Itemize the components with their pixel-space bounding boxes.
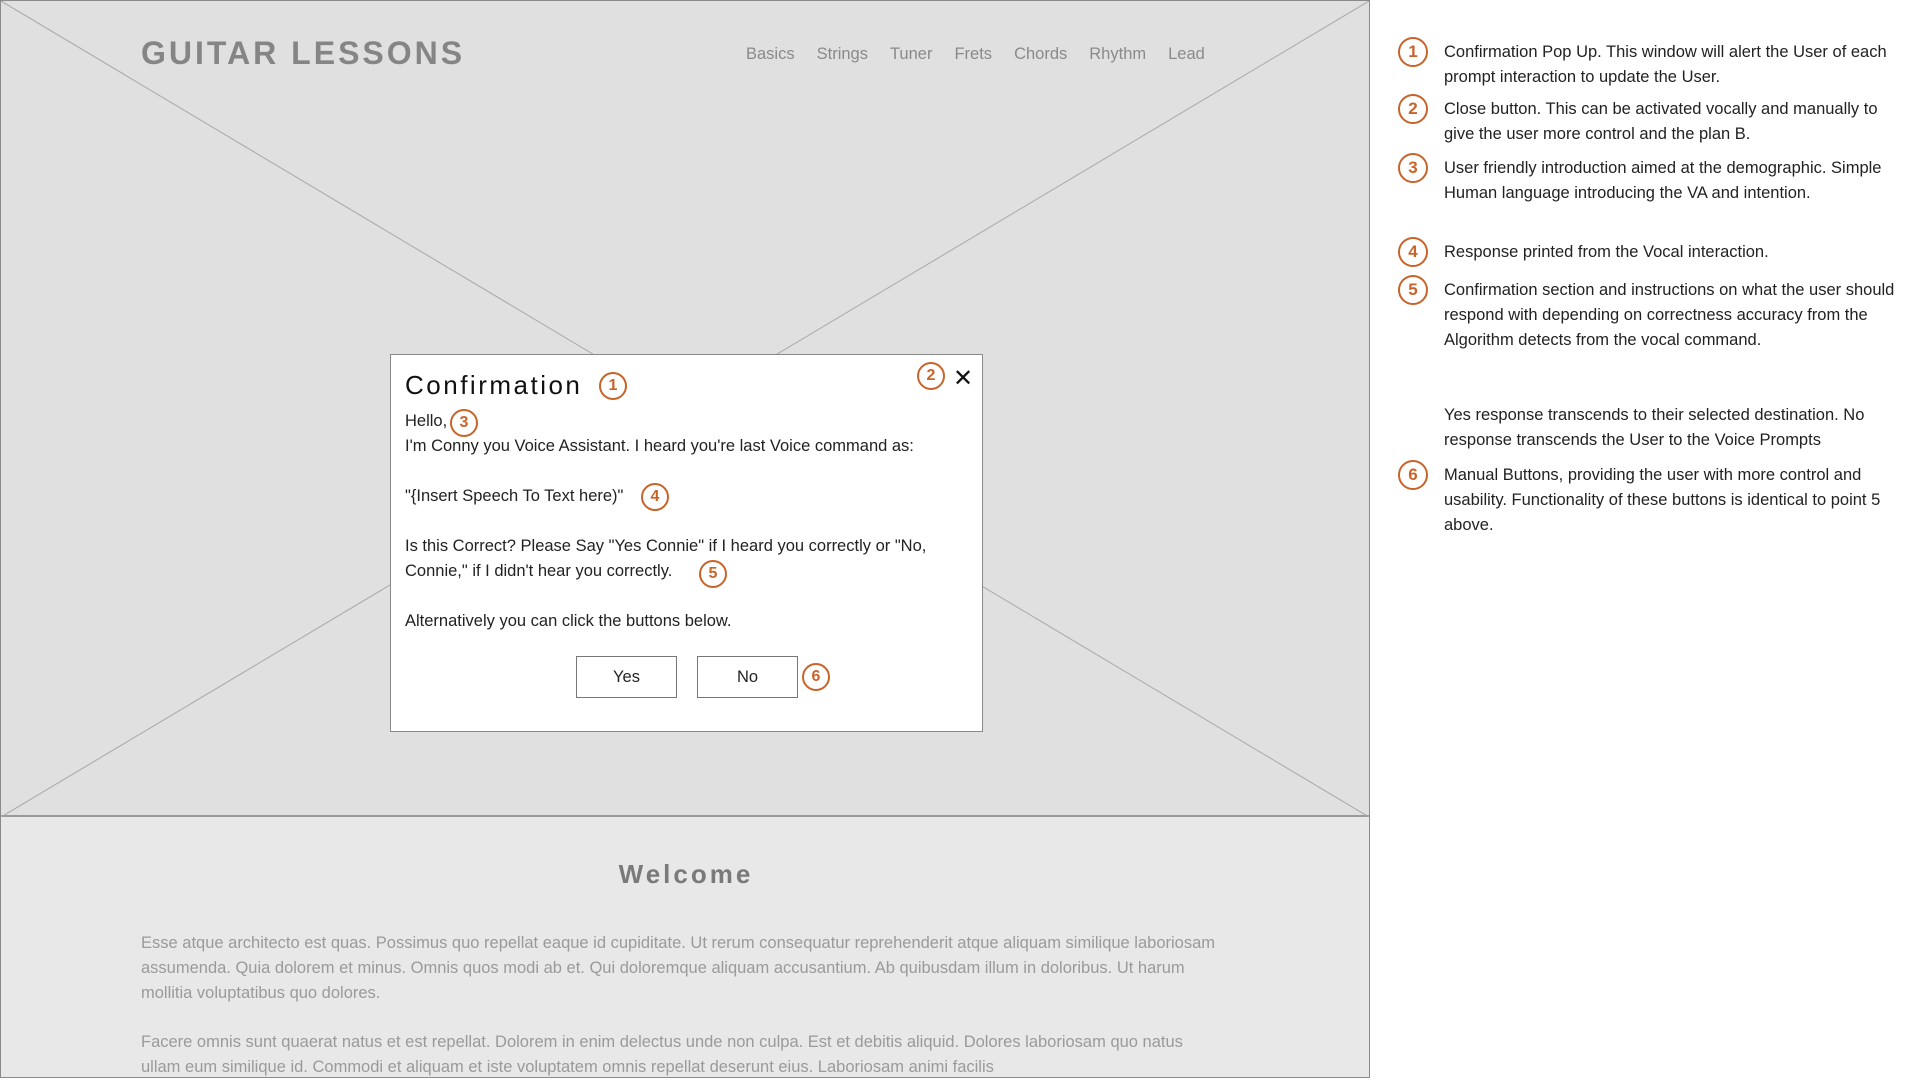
- dialog-speech-text: "{Insert Speech To Text here)": [405, 487, 624, 505]
- dialog-question-line2: Connie," if I didn't hear you correctly.: [405, 562, 673, 580]
- annotation-number-icon: 2: [1398, 94, 1428, 124]
- site-logo[interactable]: GUITAR LESSONS: [141, 35, 465, 72]
- welcome-paragraph-1: Esse atque architecto est quas. Possimus…: [141, 934, 1216, 1002]
- annotation-text: User friendly introduction aimed at the …: [1444, 159, 1882, 202]
- welcome-heading: Welcome: [618, 859, 754, 889]
- dialog-alternative: Alternatively you can click the buttons …: [405, 612, 732, 630]
- dialog-intro: I'm Conny you Voice Assistant. I heard y…: [405, 437, 914, 455]
- annotation-badge-3: 3: [450, 409, 478, 437]
- nav-tuner[interactable]: Tuner: [890, 45, 933, 64]
- dialog-question-line1: Is this Correct? Please Say "Yes Connie"…: [405, 537, 927, 555]
- annotation-badge-2: 2: [917, 362, 945, 390]
- annotation-badge-4: 4: [641, 483, 669, 511]
- annotation-text: Yes response transcends to their selecte…: [1444, 406, 1865, 449]
- annotation-text: Response printed from the Vocal interact…: [1444, 243, 1769, 261]
- confirmation-dialog: Confirmation 1 2 ✕ Hello, 3 I'm Conny yo…: [390, 354, 983, 732]
- annotation-badge-6: 6: [802, 663, 830, 691]
- wireframe-page: GUITAR LESSONS Basics Strings Tuner Fret…: [0, 0, 1370, 1078]
- close-icon[interactable]: ✕: [953, 364, 973, 393]
- annotation-number-icon: 5: [1398, 275, 1428, 305]
- nav-frets[interactable]: Frets: [954, 45, 992, 64]
- welcome-paragraph-2: Facere omnis sunt quaerat natus et est r…: [141, 1033, 1183, 1076]
- main-nav: Basics Strings Tuner Frets Chords Rhythm…: [746, 45, 1205, 64]
- nav-rhythm[interactable]: Rhythm: [1089, 45, 1146, 64]
- dialog-greeting: Hello,: [405, 412, 448, 430]
- dialog-title: Confirmation: [405, 370, 583, 400]
- annotation-text: Close button. This can be activated voca…: [1444, 100, 1878, 143]
- nav-basics[interactable]: Basics: [746, 45, 795, 64]
- annotation-number-icon: 6: [1398, 460, 1428, 490]
- annotation-number-icon: 1: [1398, 37, 1428, 67]
- nav-chords[interactable]: Chords: [1014, 45, 1067, 64]
- yes-button[interactable]: Yes: [576, 656, 677, 698]
- nav-lead[interactable]: Lead: [1168, 45, 1205, 64]
- annotation-text: Confirmation Pop Up. This window will al…: [1444, 43, 1887, 86]
- no-button[interactable]: No: [697, 656, 798, 698]
- annotation-text: Manual Buttons, providing the user with …: [1444, 466, 1881, 534]
- annotation-number-icon: 4: [1398, 237, 1428, 267]
- nav-strings[interactable]: Strings: [817, 45, 868, 64]
- annotation-badge-1: 1: [599, 372, 627, 400]
- annotation-text: Confirmation section and instructions on…: [1444, 281, 1895, 349]
- annotation-number-icon: 3: [1398, 153, 1428, 183]
- annotation-badge-5: 5: [699, 560, 727, 588]
